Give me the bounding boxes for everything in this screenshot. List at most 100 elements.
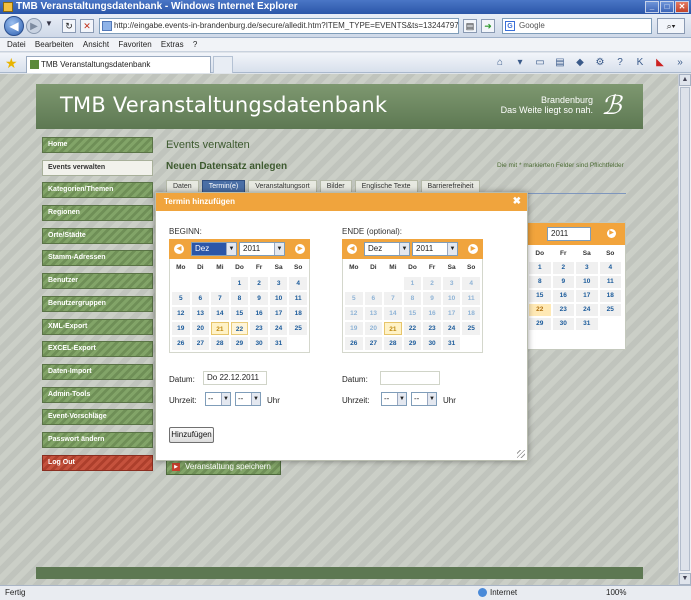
begin-calendar-day-cell[interactable]: 9 bbox=[250, 292, 268, 305]
end-calendar-day-cell[interactable]: 26 bbox=[345, 337, 363, 350]
end-calendar-day-cell[interactable]: 7 bbox=[384, 292, 402, 305]
sidebar-item-orte[interactable]: Orte/Städte bbox=[42, 227, 153, 244]
begin-calendar-day-cell[interactable]: 6 bbox=[191, 292, 210, 305]
sidebar-item-benutzergruppen[interactable]: Benutzergruppen bbox=[42, 295, 153, 312]
end-calendar-day-cell[interactable]: 17 bbox=[442, 307, 461, 320]
end-year-select[interactable]: 2011 ▼ bbox=[412, 242, 458, 256]
end-calendar-day-cell[interactable]: 10 bbox=[442, 292, 461, 305]
begin-month-select[interactable]: Dez ▼ bbox=[191, 242, 237, 256]
addon-pdf-icon[interactable]: ◣ bbox=[653, 56, 667, 70]
end-prev-month-icon[interactable]: ◀ bbox=[347, 244, 357, 254]
end-calendar-day-cell[interactable]: 24 bbox=[442, 322, 461, 335]
sidebar-item-daten-import[interactable]: Daten-Import bbox=[42, 363, 153, 380]
sidebar-item-benutzer[interactable]: Benutzer bbox=[42, 273, 153, 290]
end-calendar-day-cell[interactable]: 8 bbox=[403, 292, 422, 305]
begin-calendar-day-cell[interactable]: 31 bbox=[269, 337, 288, 350]
begin-month-dropdown-icon[interactable]: ▼ bbox=[226, 243, 236, 255]
background-day-cell[interactable]: 25 bbox=[599, 304, 621, 316]
end-calendar-day-cell[interactable]: 30 bbox=[423, 337, 441, 350]
begin-calendar-day-cell[interactable]: 18 bbox=[289, 307, 307, 320]
begin-calendar-day-cell[interactable]: 24 bbox=[269, 322, 288, 335]
begin-next-month-icon[interactable]: ▶ bbox=[295, 244, 305, 254]
end-calendar-day-cell[interactable]: 11 bbox=[462, 292, 480, 305]
begin-calendar-day-cell[interactable]: 7 bbox=[211, 292, 229, 305]
end-calendar-day-cell[interactable]: 16 bbox=[423, 307, 441, 320]
print-icon[interactable]: ▭ bbox=[533, 56, 547, 70]
menu-datei[interactable]: Datei bbox=[7, 38, 26, 51]
begin-year-select[interactable]: 2011 ▼ bbox=[239, 242, 285, 256]
scroll-down-icon[interactable]: ▼ bbox=[679, 573, 691, 585]
end-calendar-day-cell[interactable]: 25 bbox=[462, 322, 480, 335]
begin-calendar-day-cell[interactable]: 16 bbox=[250, 307, 268, 320]
end-calendar-day-cell[interactable]: 13 bbox=[364, 307, 383, 320]
begin-hour-select[interactable]: -- ▼ bbox=[205, 392, 231, 406]
end-calendar-day-cell[interactable]: 22 bbox=[403, 322, 422, 335]
home-icon[interactable]: ⌂ bbox=[493, 56, 507, 70]
sidebar-item-logout[interactable]: Log Out bbox=[42, 454, 153, 471]
end-calendar-day-cell[interactable]: 2 bbox=[423, 277, 441, 290]
sidebar-item-home[interactable]: Home bbox=[42, 137, 153, 153]
background-day-cell[interactable]: 17 bbox=[576, 290, 598, 302]
menu-extras[interactable]: Extras bbox=[161, 38, 184, 51]
begin-hour-dropdown-icon[interactable]: ▼ bbox=[221, 393, 230, 405]
sidebar-item-xml-export[interactable]: XML-Export bbox=[42, 318, 153, 335]
zoom-level[interactable]: 100% bbox=[606, 586, 626, 600]
end-calendar-day-cell[interactable]: 3 bbox=[442, 277, 461, 290]
browser-tab-current[interactable]: TMB Veranstaltungsdatenbank bbox=[26, 56, 211, 73]
refresh-icon[interactable]: ↻ bbox=[62, 19, 76, 33]
sidebar-item-events-verwalten[interactable]: Events verwalten bbox=[42, 159, 153, 176]
menu-help[interactable]: ? bbox=[193, 38, 197, 51]
end-calendar-day-cell[interactable]: 9 bbox=[423, 292, 441, 305]
favorites-star-icon[interactable]: ★ bbox=[5, 55, 18, 72]
end-date-field[interactable] bbox=[380, 371, 440, 385]
end-calendar-day-cell[interactable]: 19 bbox=[345, 322, 363, 335]
scroll-thumb[interactable] bbox=[680, 87, 690, 571]
background-day-cell[interactable]: 18 bbox=[599, 290, 621, 302]
maximize-icon[interactable]: □ bbox=[660, 1, 674, 13]
menu-bearbeiten[interactable]: Bearbeiten bbox=[35, 38, 74, 51]
end-hour-dropdown-icon[interactable]: ▼ bbox=[397, 393, 406, 405]
sidebar-item-event-vorschlaege[interactable]: Event-Vorschläge bbox=[42, 409, 153, 426]
history-dropdown-icon[interactable]: ▼ bbox=[45, 19, 53, 28]
background-day-cell[interactable]: 31 bbox=[576, 318, 598, 330]
background-day-cell[interactable]: 16 bbox=[552, 290, 574, 302]
end-calendar-day-cell[interactable]: 1 bbox=[403, 277, 422, 290]
end-month-dropdown-icon[interactable]: ▼ bbox=[399, 243, 409, 255]
forward-icon[interactable]: ▶ bbox=[26, 18, 42, 34]
help-icon[interactable]: ? bbox=[613, 56, 627, 70]
begin-minute-dropdown-icon[interactable]: ▼ bbox=[251, 393, 260, 405]
begin-calendar-day-cell[interactable]: 11 bbox=[289, 292, 307, 305]
end-calendar-day-cell[interactable]: 29 bbox=[403, 337, 422, 350]
sidebar-item-passwort[interactable]: Passwort ändern bbox=[42, 431, 153, 448]
back-icon[interactable]: ◀ bbox=[4, 16, 24, 36]
close-window-icon[interactable]: ✕ bbox=[675, 1, 689, 13]
background-day-cell[interactable]: 4 bbox=[599, 262, 621, 274]
sidebar-item-kategorien[interactable]: Kategorien/Themen bbox=[42, 182, 153, 199]
background-day-cell[interactable]: 29 bbox=[529, 318, 551, 330]
end-hour-select[interactable]: -- ▼ bbox=[381, 392, 407, 406]
sidebar-item-admin-tools[interactable]: Admin-Tools bbox=[42, 386, 153, 403]
end-minute-dropdown-icon[interactable]: ▼ bbox=[427, 393, 436, 405]
background-day-cell[interactable]: 10 bbox=[576, 276, 598, 288]
begin-calendar-day-cell[interactable]: 21 bbox=[211, 322, 229, 335]
end-calendar-day-cell[interactable]: 6 bbox=[364, 292, 383, 305]
background-day-cell[interactable]: 11 bbox=[599, 276, 621, 288]
save-event-button[interactable]: ▶ Veranstaltung speichern bbox=[166, 459, 281, 475]
safety-icon[interactable]: ◆ bbox=[573, 56, 587, 70]
begin-year-dropdown-icon[interactable]: ▼ bbox=[274, 243, 284, 255]
begin-calendar-day-cell[interactable]: 23 bbox=[250, 322, 268, 335]
new-tab-button[interactable] bbox=[213, 56, 233, 73]
end-calendar-day-cell[interactable]: 5 bbox=[345, 292, 363, 305]
begin-calendar-day-cell[interactable]: 19 bbox=[172, 322, 190, 335]
background-day-cell[interactable]: 30 bbox=[552, 318, 574, 330]
background-day-cell[interactable]: 24 bbox=[576, 304, 598, 316]
dialog-resize-grip[interactable] bbox=[517, 450, 525, 458]
scroll-up-icon[interactable]: ▲ bbox=[679, 74, 691, 86]
begin-calendar-day-cell[interactable]: 3 bbox=[269, 277, 288, 290]
begin-calendar-day-cell[interactable]: 27 bbox=[191, 337, 210, 350]
go-icon[interactable]: ➜ bbox=[481, 19, 495, 33]
begin-calendar-day-cell[interactable]: 4 bbox=[289, 277, 307, 290]
background-day-cell[interactable]: 3 bbox=[576, 262, 598, 274]
page-scrollbar[interactable]: ▲ ▼ bbox=[678, 74, 691, 585]
background-day-cell[interactable]: 22 bbox=[529, 304, 551, 316]
